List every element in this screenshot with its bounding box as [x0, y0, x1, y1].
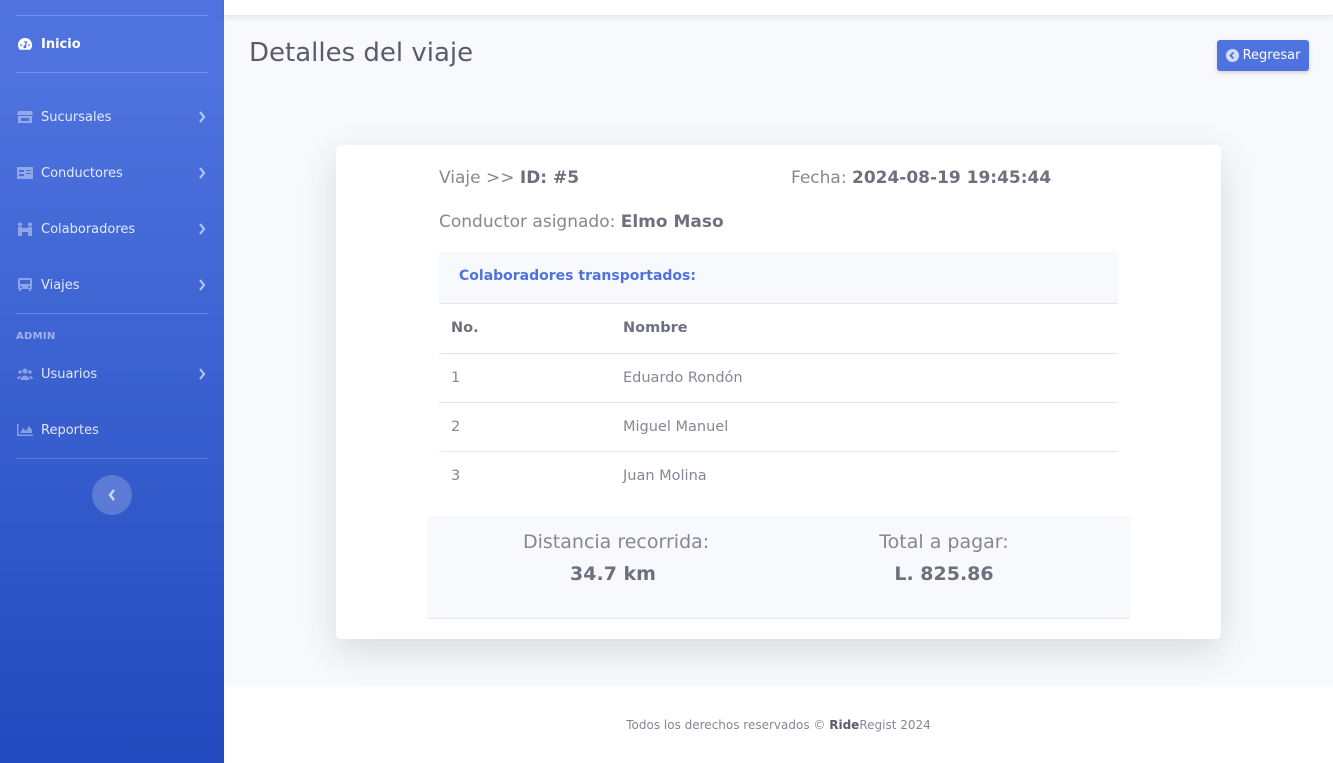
trip-date-value: 2024-08-19 19:45:44	[851, 168, 1052, 188]
chevron-right-icon	[198, 368, 206, 380]
distance-value: 34.7 km	[570, 563, 656, 585]
cell-no: 2	[439, 402, 611, 452]
trip-driver-value: Elmo Maso	[620, 212, 724, 232]
sidebar-item-label: Sucursales	[41, 109, 112, 125]
sidebar-divider	[16, 72, 208, 73]
store-icon	[16, 110, 33, 124]
footer-copyright: Todos los derechos reservados © RideRegi…	[626, 718, 931, 732]
bus-icon	[16, 278, 33, 292]
chevron-left-icon	[108, 489, 115, 501]
sidebar-divider	[16, 15, 208, 16]
id-card-icon	[16, 166, 33, 180]
back-button[interactable]: Regresar	[1217, 40, 1309, 71]
collaborators-heading: Colaboradores transportados:	[439, 252, 1118, 304]
sidebar-item-colaboradores[interactable]: Colaboradores	[16, 215, 208, 243]
sidebar-item-label: Colaboradores	[41, 221, 136, 237]
column-header-nombre: Nombre	[611, 304, 1118, 354]
total-label: Total a pagar:	[879, 531, 1009, 553]
trip-id-value: ID: #5	[519, 168, 580, 188]
sidebar-divider	[16, 458, 208, 459]
sidebar-item-inicio[interactable]: Inicio	[16, 30, 208, 58]
users-icon	[16, 367, 33, 381]
footer-brand-bold: Ride	[829, 718, 860, 732]
total-block: Total a pagar: L. 825.86	[864, 531, 1024, 585]
cell-no: 3	[451, 467, 461, 484]
trip-details-card: Viaje >> ID: #5 Fecha: 2024-08-19 19:45:…	[336, 145, 1221, 639]
sidebar-item-label: Reportes	[41, 422, 99, 438]
trip-id-label: Viaje >>	[439, 168, 520, 188]
sidebar-heading-admin: ADMIN	[16, 331, 56, 342]
sidebar-item-usuarios[interactable]: Usuarios	[16, 360, 208, 388]
total-value: L. 825.86	[894, 563, 994, 585]
cell-no: 1	[439, 353, 611, 403]
footer-prefix: Todos los derechos reservados ©	[626, 718, 830, 732]
sidebar-item-label: Conductores	[41, 165, 123, 181]
chart-area-icon	[16, 423, 33, 437]
cell-nombre: Miguel Manuel	[611, 402, 1118, 452]
sidebar-item-viajes[interactable]: Viajes	[16, 271, 208, 299]
sidebar-item-reportes[interactable]: Reportes	[16, 416, 208, 444]
distance-block: Distancia recorrida: 34.7 km	[523, 531, 710, 585]
people-carry-icon	[16, 222, 33, 236]
collaborators-heading-text: Colaboradores transportados:	[459, 268, 696, 284]
sidebar-toggle-button[interactable]	[92, 475, 132, 515]
cell-nombre: Eduardo Rondón	[611, 353, 1118, 403]
sidebar-item-sucursales[interactable]: Sucursales	[16, 103, 208, 131]
table-row: 2 Miguel Manuel	[439, 402, 1118, 452]
column-header-no: No.	[439, 304, 611, 354]
table-row: 3 Juan Molina	[439, 451, 1118, 500]
sidebar-item-label: Usuarios	[41, 366, 98, 382]
back-button-label: Regresar	[1242, 48, 1301, 63]
tachometer-icon	[16, 37, 33, 51]
topbar	[224, 0, 1333, 15]
sidebar-divider	[16, 313, 208, 314]
trip-summary: Distancia recorrida: 34.7 km Total a pag…	[427, 516, 1130, 619]
table-header-row: No. Nombre	[439, 304, 1118, 354]
chevron-right-icon	[198, 279, 206, 291]
trip-date-label: Fecha:	[791, 168, 852, 188]
footer: Todos los derechos reservados © RideRegi…	[224, 687, 1333, 763]
chevron-right-icon	[198, 167, 206, 179]
table-row: 1 Eduardo Rondón	[439, 353, 1118, 403]
trip-date: Fecha: 2024-08-19 19:45:44	[791, 168, 1051, 188]
chevron-right-icon	[198, 111, 206, 123]
page-title: Detalles del viaje	[249, 38, 474, 68]
collaborators-table: No. Nombre 1 Eduardo Rondón 2 Miguel Man…	[439, 304, 1118, 500]
trip-driver: Conductor asignado: Elmo Maso	[439, 212, 724, 232]
sidebar: Inicio Sucursales Conductores Colaborado…	[0, 0, 224, 763]
arrow-circle-left-icon	[1225, 49, 1239, 62]
trip-driver-label: Conductor asignado:	[439, 212, 621, 232]
footer-brand-rest: Regist 2024	[859, 718, 931, 732]
trip-id: Viaje >> ID: #5	[439, 168, 579, 188]
chevron-right-icon	[198, 223, 206, 235]
sidebar-item-label: Inicio	[41, 36, 81, 52]
sidebar-item-label: Viajes	[41, 277, 80, 293]
cell-nombre: Juan Molina	[623, 467, 707, 484]
distance-label: Distancia recorrida:	[523, 531, 710, 553]
sidebar-item-conductores[interactable]: Conductores	[16, 159, 208, 187]
